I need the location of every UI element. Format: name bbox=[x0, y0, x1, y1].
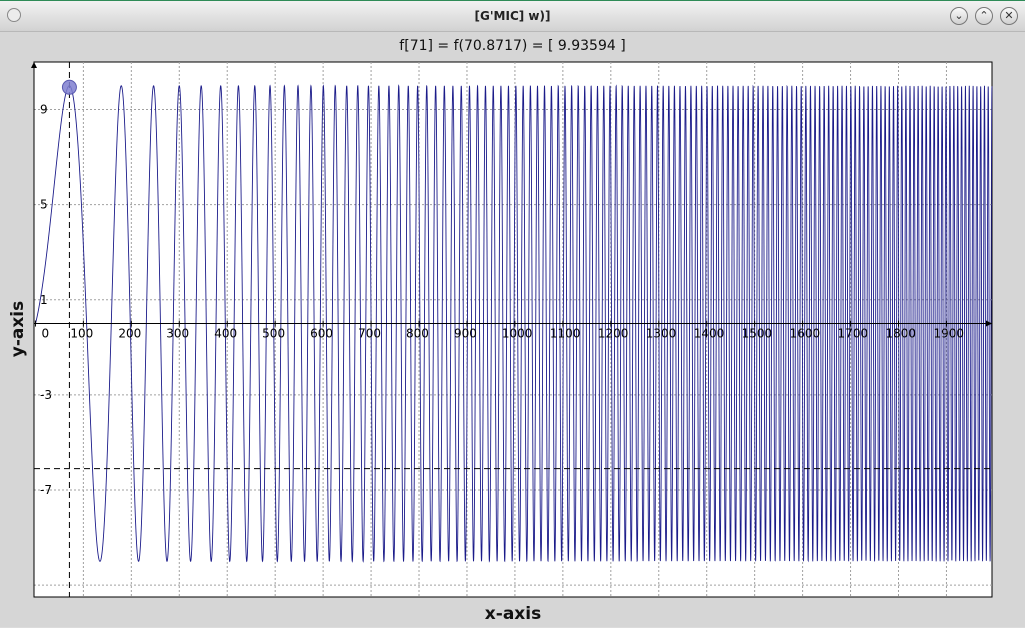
cursor-marker bbox=[61, 79, 77, 95]
x-tick-label: 1400 bbox=[694, 327, 725, 341]
plot-canvas[interactable]: 0 100 200 300 400 500 600 700 800 900 1000 1100 1200… bbox=[0, 1, 1025, 628]
x-tick-label: 1500 bbox=[742, 327, 773, 341]
x-tick-label: 500 bbox=[262, 327, 285, 341]
x-tick-label: 1800 bbox=[886, 327, 917, 341]
y-tick-label: -7 bbox=[40, 483, 52, 497]
x-tick-label: 100 bbox=[70, 327, 93, 341]
x-tick-label: 200 bbox=[118, 327, 141, 341]
x-tick-label: 1000 bbox=[502, 327, 533, 341]
y-tick-label: 9 bbox=[40, 103, 48, 117]
x-tick-label: 1700 bbox=[838, 327, 869, 341]
x-tick-label: 1200 bbox=[598, 327, 629, 341]
y-tick-label: -3 bbox=[40, 388, 52, 402]
x-tick-label: 1600 bbox=[790, 327, 821, 341]
y-tick-label: 1 bbox=[40, 293, 48, 307]
y-tick-label: 5 bbox=[40, 198, 48, 212]
x-tick-label: 300 bbox=[166, 327, 189, 341]
x-tick-label: 1300 bbox=[646, 327, 677, 341]
x-tick-label: 0 bbox=[41, 327, 49, 341]
x-tick-label: 1900 bbox=[933, 327, 964, 341]
x-tick-label: 1100 bbox=[550, 327, 581, 341]
x-axis-label: x-axis bbox=[485, 604, 541, 624]
app-window: [G'MIC] w)] ⌄ ⌃ ✕ f[71] = f(70.8717) = [… bbox=[0, 0, 1025, 627]
x-tick-label: 900 bbox=[454, 327, 477, 341]
x-tick-label: 700 bbox=[358, 327, 381, 341]
x-tick-label: 800 bbox=[406, 327, 429, 341]
y-axis-label: y-axis bbox=[8, 301, 28, 358]
x-tick-label: 400 bbox=[214, 327, 237, 341]
x-tick-label: 600 bbox=[310, 327, 333, 341]
